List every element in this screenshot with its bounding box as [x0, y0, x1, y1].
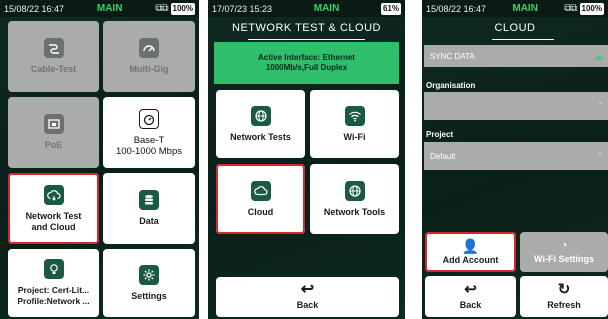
battery-indicator: 100%	[579, 2, 604, 15]
cable-test-label: Cable-Test	[30, 64, 77, 74]
back-arrow-icon: ↩	[464, 280, 477, 298]
page-title: CLOUD	[494, 22, 536, 34]
project-profile-label: Project: Cert-Lit... Profile:Network ...	[17, 285, 90, 306]
data-tile[interactable]: Data	[103, 173, 195, 244]
sync-data-label: SYNC DATA	[430, 51, 475, 61]
add-account-label: Add Account	[442, 254, 499, 265]
add-user-icon: 👤	[461, 237, 480, 254]
battery-indicator: 61%	[380, 2, 401, 15]
organisation-label: Organisation	[426, 81, 476, 90]
status-mode: MAIN	[313, 3, 340, 14]
network-tests-label: Network Tests	[230, 131, 291, 142]
status-time: 17/07/23 15:23	[212, 3, 273, 14]
network-test-cloud-tile[interactable]: Network Test and Cloud	[8, 173, 99, 244]
cable-icon	[43, 38, 64, 58]
lightbulb-icon	[43, 259, 64, 279]
page-title: NETWORK TEST & CLOUD	[232, 22, 381, 34]
back-arrow-icon: ↩	[300, 281, 315, 298]
cloud-screen: 15/08/22 16:47 MAIN ⧉⧉ 100% CLOUD SYNC D…	[422, 0, 608, 319]
status-bar: 15/08/22 16:47 MAIN ⧉⧉ 100%	[0, 0, 199, 17]
speedometer-icon	[139, 38, 159, 58]
stopwatch-icon	[139, 108, 159, 129]
network-tests-tile[interactable]: Network Tests	[216, 90, 305, 158]
active-interface-text: Active Interface: Ethernet	[258, 53, 355, 62]
battery-indicator: 100%	[170, 2, 195, 15]
project-value: Default	[430, 151, 456, 161]
project-select[interactable]: Default ⌃	[424, 142, 608, 170]
add-account-button[interactable]: 👤 Add Account	[425, 232, 516, 272]
sync-data-button[interactable]: SYNC DATA ☁	[424, 45, 608, 67]
status-time: 15/08/22 16:47	[426, 3, 487, 14]
refresh-label: Refresh	[547, 299, 581, 310]
active-interface-banner: Active Interface: Ethernet 1000Mb/s,Full…	[214, 42, 399, 84]
database-icon	[139, 190, 159, 210]
main-screen: 15/08/22 16:47 MAIN ⧉⧉ 100% Cable-Test M…	[0, 0, 199, 319]
organisation-select[interactable]: ⌃	[424, 92, 608, 120]
data-label: Data	[139, 216, 159, 226]
status-time: 15/08/22 16:47	[4, 3, 65, 14]
project-profile-tile[interactable]: Project: Cert-Lit... Profile:Network ...	[8, 249, 99, 317]
cloud-icon	[250, 180, 271, 201]
ethernet-port-icon	[43, 114, 64, 134]
back-button[interactable]: ↩ Back	[425, 276, 516, 317]
network-test-cloud-label: Network Test and Cloud	[25, 210, 82, 232]
chevron-up-icon: ⌃	[596, 150, 604, 161]
title-underline	[492, 39, 554, 40]
status-bar: 15/08/22 16:47 MAIN ⧉⧉ 100%	[422, 0, 608, 17]
chevron-up-icon: ⌃	[596, 100, 604, 111]
refresh-button[interactable]: ↻ Refresh	[520, 276, 608, 317]
wifi-settings-button[interactable]: ◔ Wi-Fi Settings	[520, 232, 608, 272]
cloud-label: Cloud	[247, 206, 274, 217]
title-underline	[248, 39, 365, 40]
cloud-sync-icon: ☁	[593, 50, 604, 63]
cable-test-tile[interactable]: Cable-Test	[8, 21, 99, 92]
project-label: Project	[426, 130, 454, 139]
multi-gig-tile[interactable]: Multi-Gig	[103, 21, 195, 92]
status-mode: MAIN	[512, 3, 538, 14]
wifi-settings-label: Wi-Fi Settings	[534, 254, 594, 264]
globe-icon	[344, 180, 365, 201]
poe-label: PoE	[44, 140, 63, 150]
network-tools-tile[interactable]: Network Tools	[310, 164, 399, 234]
connection-icon: ⧉⧉	[155, 3, 168, 14]
network-tools-label: Network Tools	[323, 206, 386, 217]
link-speed-text: 1000Mb/s,Full Duplex	[265, 63, 348, 72]
network-test-cloud-screen: 17/07/23 15:23 MAIN 61% NETWORK TEST & C…	[208, 0, 405, 319]
base-t-tile[interactable]: Base-T 100-1000 Mbps	[103, 97, 195, 168]
wifi-label: Wi-Fi	[343, 131, 366, 142]
cloud-tile[interactable]: Cloud	[216, 164, 305, 234]
base-t-label: Base-T 100-1000 Mbps	[115, 134, 183, 157]
wifi-tile[interactable]: Wi-Fi	[310, 90, 399, 158]
wifi-icon: ◔	[560, 238, 568, 252]
settings-tile[interactable]: Settings	[103, 249, 195, 317]
cloud-sync-icon	[43, 184, 64, 205]
status-bar: 17/07/23 15:23 MAIN 61%	[208, 0, 405, 17]
connection-icon: ⧉⧉	[564, 3, 577, 14]
back-label: Back	[459, 299, 482, 310]
refresh-icon: ↻	[557, 280, 571, 298]
multi-gig-label: Multi-Gig	[129, 64, 169, 74]
globe-icon	[250, 105, 271, 126]
settings-label: Settings	[131, 290, 167, 301]
wifi-icon	[344, 105, 365, 126]
gear-icon	[139, 264, 159, 285]
back-button[interactable]: ↩ Back	[216, 277, 399, 317]
poe-tile[interactable]: PoE	[8, 97, 99, 168]
status-mode: MAIN	[96, 3, 123, 14]
back-label: Back	[296, 300, 319, 310]
